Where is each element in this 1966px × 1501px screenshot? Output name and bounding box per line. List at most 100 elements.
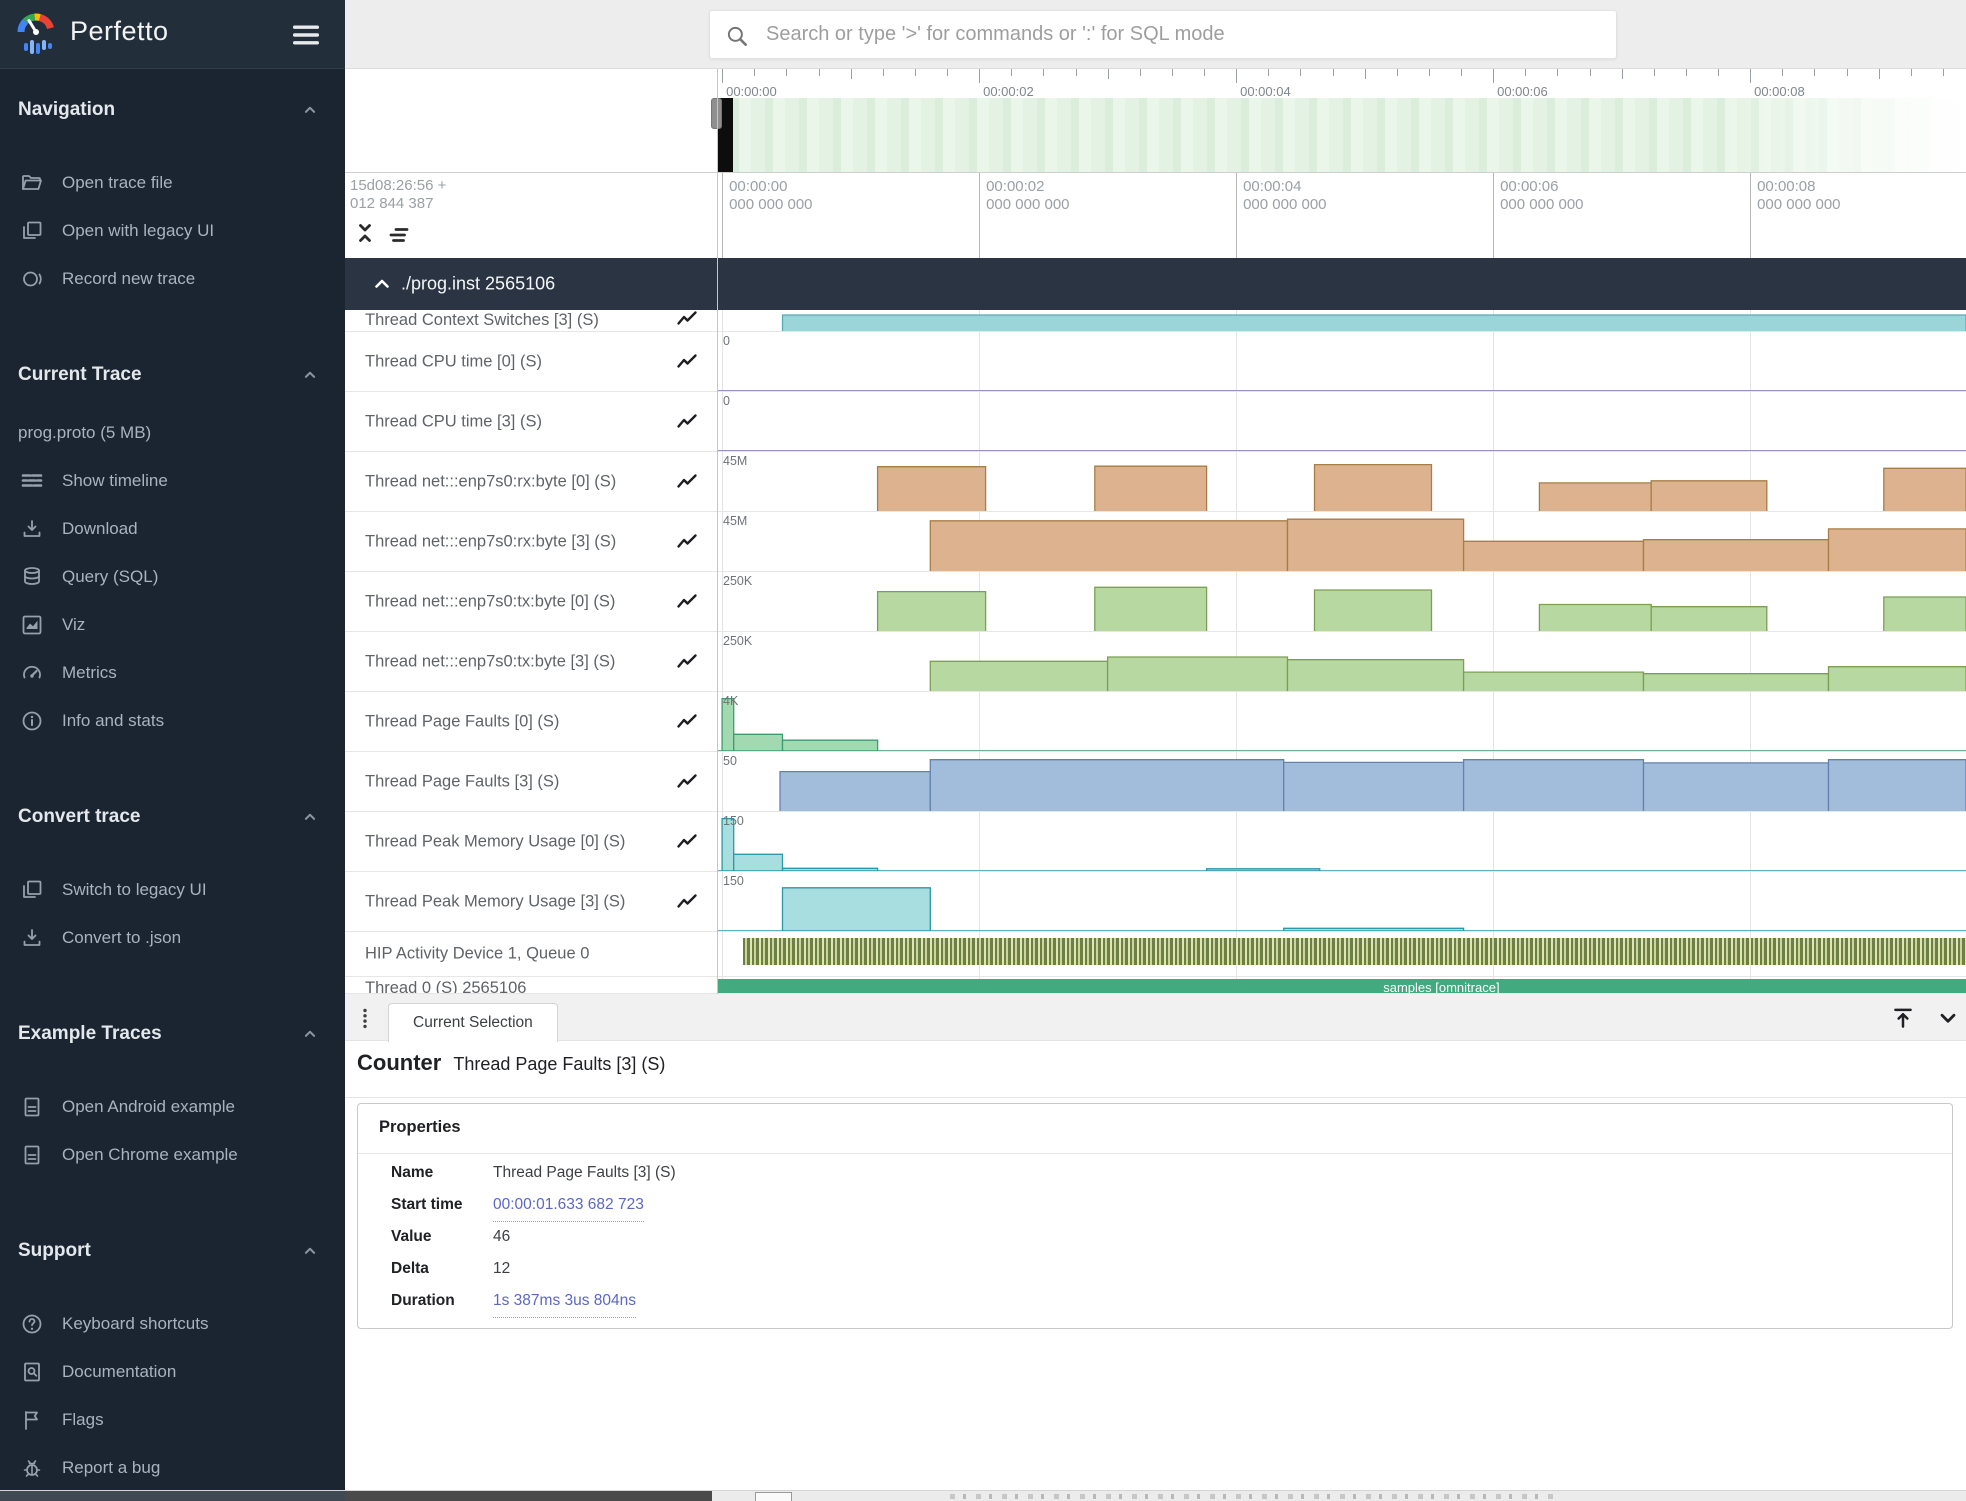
track-panel-divider[interactable]	[717, 69, 718, 994]
help-icon	[20, 1312, 44, 1336]
chevron-up-icon[interactable]	[301, 1242, 319, 1260]
ruler-tick-line	[1493, 173, 1494, 259]
axis-max-label: 250K	[723, 634, 752, 648]
sidebar-item-show-timeline[interactable]: Show timeline	[0, 457, 345, 505]
sidebar-item-documentation[interactable]: Documentation	[0, 1348, 345, 1396]
sidebar-item-label: Open with legacy UI	[62, 221, 214, 241]
sidebar-section-convert-trace[interactable]: Convert trace	[0, 797, 345, 837]
start-time-link[interactable]: 00:00:01.633 682 723	[493, 1196, 644, 1222]
hip-slices[interactable]	[743, 938, 1966, 965]
track-name-thread-cpu-time-3-s-[interactable]: Thread CPU time [3] (S)	[345, 392, 717, 451]
track-chart-hip-activity-device-1-queue-0[interactable]	[717, 932, 1966, 976]
track-chart-thread-page-faults-3-s-[interactable]: 50	[717, 752, 1966, 811]
sidebar-item-download[interactable]: Download	[0, 505, 345, 553]
sidebar-item-keyboard-shortcuts[interactable]: Keyboard shortcuts	[0, 1300, 345, 1348]
track-sort-icon[interactable]	[387, 223, 411, 247]
sidebar-item-open-chrome-example[interactable]: Open Chrome example	[0, 1131, 345, 1179]
sidebar-section-support[interactable]: Support	[0, 1231, 345, 1271]
track-name-thread-0-s-2565106[interactable]: Thread 0 (S) 2565106	[345, 977, 717, 993]
track-name-thread-peak-memory-usage-3-s-[interactable]: Thread Peak Memory Usage [3] (S)	[345, 872, 717, 931]
sidebar-item-label: Record new trace	[62, 269, 195, 289]
sidebar-item-query-sql-[interactable]: Query (SQL)	[0, 553, 345, 601]
sidebar-item-open-with-legacy-ui[interactable]: Open with legacy UI	[0, 207, 345, 255]
track-row: Thread 0 (S) 2565106samples [omnitrace]	[345, 977, 1966, 994]
process-group-header[interactable]: ./prog.inst 2565106	[345, 258, 1966, 310]
track-name-thread-net-enp7s0-tx-byte-3-s-[interactable]: Thread net:::enp7s0:tx:byte [3] (S)	[345, 632, 717, 691]
track-chart-thread-peak-memory-usage-3-s-[interactable]: 150	[717, 872, 1966, 931]
track-chart-thread-net-enp7s0-rx-byte-0-s-[interactable]: 45M	[717, 452, 1966, 511]
sidebar-item-label: Flags	[62, 1410, 104, 1430]
sidebar-section-example-traces[interactable]: Example Traces	[0, 1014, 345, 1054]
sidebar-item-record-new-trace[interactable]: Record new trace	[0, 255, 345, 303]
overview-tick	[851, 69, 852, 79]
samples-slice[interactable]: samples [omnitrace]	[717, 979, 1966, 993]
overview-tick	[1108, 69, 1109, 79]
tab-current-selection[interactable]: Current Selection	[388, 1003, 558, 1042]
track-chart-thread-net-enp7s0-tx-byte-0-s-[interactable]: 250K	[717, 572, 1966, 631]
section-title: Current Trace	[18, 364, 142, 386]
property-row: Start time 00:00:01.633 682 723	[391, 1196, 644, 1222]
axis-max-label: 45M	[723, 514, 747, 528]
track-name-thread-page-faults-0-s-[interactable]: Thread Page Faults [0] (S)	[345, 692, 717, 751]
sidebar-item-metrics[interactable]: Metrics	[0, 649, 345, 697]
overview-tick	[1268, 69, 1269, 76]
heading-divider	[345, 1097, 1966, 1098]
selection-kind: Counter	[357, 1050, 441, 1075]
track-row: HIP Activity Device 1, Queue 0	[345, 932, 1966, 977]
track-title: Thread Peak Memory Usage [0] (S)	[365, 832, 625, 851]
track-chart-thread-net-enp7s0-tx-byte-3-s-[interactable]: 250K	[717, 632, 1966, 691]
sidebar-item-open-android-example[interactable]: Open Android example	[0, 1083, 345, 1131]
sidebar-item-convert-to-json[interactable]: Convert to .json	[0, 914, 345, 962]
properties-divider	[358, 1153, 1952, 1154]
track-title: Thread Page Faults [0] (S)	[365, 712, 559, 731]
drag-handle-icon[interactable]	[353, 1005, 377, 1031]
collapse-all-tracks-icon[interactable]	[353, 221, 377, 245]
track-name-thread-net-enp7s0-rx-byte-3-s-[interactable]: Thread net:::enp7s0:rx:byte [3] (S)	[345, 512, 717, 571]
sidebar-section-current-trace[interactable]: Current Trace	[0, 355, 345, 395]
track-name-hip-activity-device-1-queue-0[interactable]: HIP Activity Device 1, Queue 0	[345, 932, 717, 976]
bottom-window-sliver	[0, 1490, 1966, 1501]
hamburger-menu-icon[interactable]	[289, 18, 323, 52]
overview-tick	[1140, 69, 1141, 76]
download-icon	[20, 926, 44, 950]
track-name-thread-net-enp7s0-rx-byte-0-s-[interactable]: Thread net:::enp7s0:rx:byte [0] (S)	[345, 452, 717, 511]
track-name-thread-peak-memory-usage-0-s-[interactable]: Thread Peak Memory Usage [0] (S)	[345, 812, 717, 871]
search-input[interactable]	[766, 11, 1606, 58]
track-name-thread-net-enp7s0-tx-byte-0-s-[interactable]: Thread net:::enp7s0:tx:byte [0] (S)	[345, 572, 717, 631]
collapse-group-icon[interactable]	[370, 272, 394, 296]
gridline	[722, 932, 723, 976]
collapse-panel-icon[interactable]	[1935, 1005, 1961, 1031]
sidebar-section-navigation[interactable]: Navigation	[0, 90, 345, 130]
chevron-up-icon[interactable]	[301, 101, 319, 119]
chevron-up-icon[interactable]	[301, 808, 319, 826]
track-chart-thread-0-s-2565106[interactable]: samples [omnitrace]	[717, 977, 1966, 993]
sidebar-item-switch-to-legacy-ui[interactable]: Switch to legacy UI	[0, 866, 345, 914]
sidebar-item-flags[interactable]: Flags	[0, 1396, 345, 1444]
duration-link[interactable]: 1s 387ms 3us 804ns	[493, 1292, 636, 1318]
track-chart-thread-net-enp7s0-rx-byte-3-s-[interactable]: 45M	[717, 512, 1966, 571]
track-chart-thread-page-faults-0-s-[interactable]: 4K	[717, 692, 1966, 751]
overview-minimap[interactable]	[717, 98, 1966, 172]
overview-tick-label: 00:00:00	[726, 84, 777, 99]
track-chart-thread-peak-memory-usage-0-s-[interactable]: 150	[717, 812, 1966, 871]
dock-to-top-icon[interactable]	[1890, 1005, 1916, 1031]
app-title: Perfetto	[70, 16, 169, 47]
section-title: Convert trace	[18, 806, 141, 828]
sidebar-item-report-a-bug[interactable]: Report a bug	[0, 1444, 345, 1492]
sidebar-item-open-trace-file[interactable]: Open trace file	[0, 159, 345, 207]
sidebar-item-viz[interactable]: Viz	[0, 601, 345, 649]
legacy-ui-icon	[20, 878, 44, 902]
overview-tick	[1654, 69, 1655, 76]
track-name-thread-page-faults-3-s-[interactable]: Thread Page Faults [3] (S)	[345, 752, 717, 811]
track-chart-thread-cpu-time-3-s-[interactable]: 0	[717, 392, 1966, 451]
chevron-up-icon[interactable]	[301, 366, 319, 384]
overview-tick	[1879, 69, 1880, 79]
sidebar-item-label: Info and stats	[62, 711, 164, 731]
track-chart-thread-context-switches-3-s-[interactable]	[717, 310, 1966, 331]
sidebar-item-label: Documentation	[62, 1362, 176, 1382]
sidebar-item-info-and-stats[interactable]: Info and stats	[0, 697, 345, 745]
chevron-up-icon[interactable]	[301, 1025, 319, 1043]
track-chart-thread-cpu-time-0-s-[interactable]: 0	[717, 332, 1966, 391]
track-name-thread-context-switches-3-s-[interactable]: Thread Context Switches [3] (S)	[345, 310, 717, 331]
track-name-thread-cpu-time-0-s-[interactable]: Thread CPU time [0] (S)	[345, 332, 717, 391]
